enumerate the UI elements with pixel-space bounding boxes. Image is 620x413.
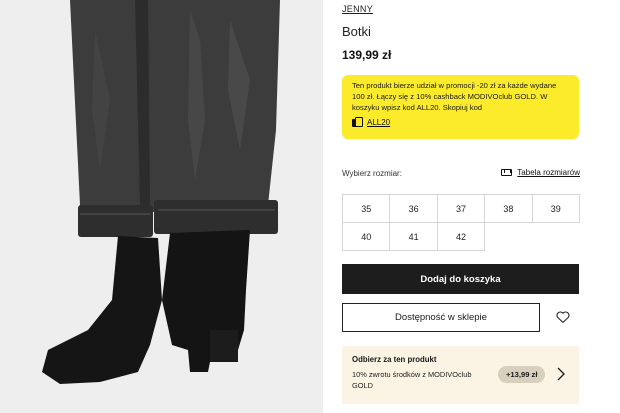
size-chart-link[interactable]: Tabela rozmiarów bbox=[501, 168, 580, 177]
size-grid: 35 36 37 38 39 40 41 42 bbox=[342, 194, 580, 251]
size-option[interactable]: 37 bbox=[436, 194, 486, 223]
chevron-right-icon[interactable] bbox=[555, 367, 567, 381]
size-option[interactable]: 35 bbox=[342, 194, 391, 223]
reward-title: Odbierz za ten produkt bbox=[352, 355, 437, 364]
heart-icon[interactable] bbox=[555, 309, 571, 325]
ruler-icon bbox=[501, 169, 513, 176]
boots-illustration bbox=[0, 0, 323, 413]
product-photo bbox=[0, 0, 323, 413]
product-details-panel: JENNY Botki 139,99 zł Ten produkt bierze… bbox=[342, 0, 582, 413]
size-select-label: Wybierz rozmiar: bbox=[342, 169, 402, 178]
size-chart-label[interactable]: Tabela rozmiarów bbox=[517, 168, 580, 177]
size-option[interactable]: 39 bbox=[531, 194, 580, 223]
brand-link[interactable]: JENNY bbox=[342, 4, 373, 14]
promo-banner: Ten produkt bierze udział w promocji -20… bbox=[342, 75, 579, 139]
add-to-cart-button[interactable]: Dodaj do koszyka bbox=[342, 264, 579, 294]
size-option[interactable]: 36 bbox=[389, 194, 438, 223]
copy-icon[interactable] bbox=[352, 117, 363, 127]
reward-description: 10% zwrotu środków z MODIVOclub GOLD bbox=[352, 370, 472, 390]
promo-code-link[interactable]: ALL20 bbox=[367, 118, 390, 127]
size-option[interactable]: 42 bbox=[436, 222, 486, 251]
product-name: Botki bbox=[342, 24, 371, 39]
reward-amount-badge: +13,99 zł bbox=[498, 366, 546, 383]
cashback-reward-box[interactable]: Odbierz za ten produkt 10% zwrotu środkó… bbox=[342, 346, 579, 404]
product-price: 139,99 zł bbox=[342, 48, 392, 62]
promo-text: Ten produkt bierze udział w promocji -20… bbox=[352, 81, 557, 112]
store-availability-button[interactable]: Dostępność w sklepie bbox=[342, 303, 540, 332]
promo-code-copy[interactable]: ALL20 bbox=[352, 117, 569, 127]
size-option[interactable]: 41 bbox=[389, 222, 438, 251]
size-option[interactable]: 40 bbox=[342, 222, 391, 251]
size-option[interactable]: 38 bbox=[484, 194, 533, 223]
